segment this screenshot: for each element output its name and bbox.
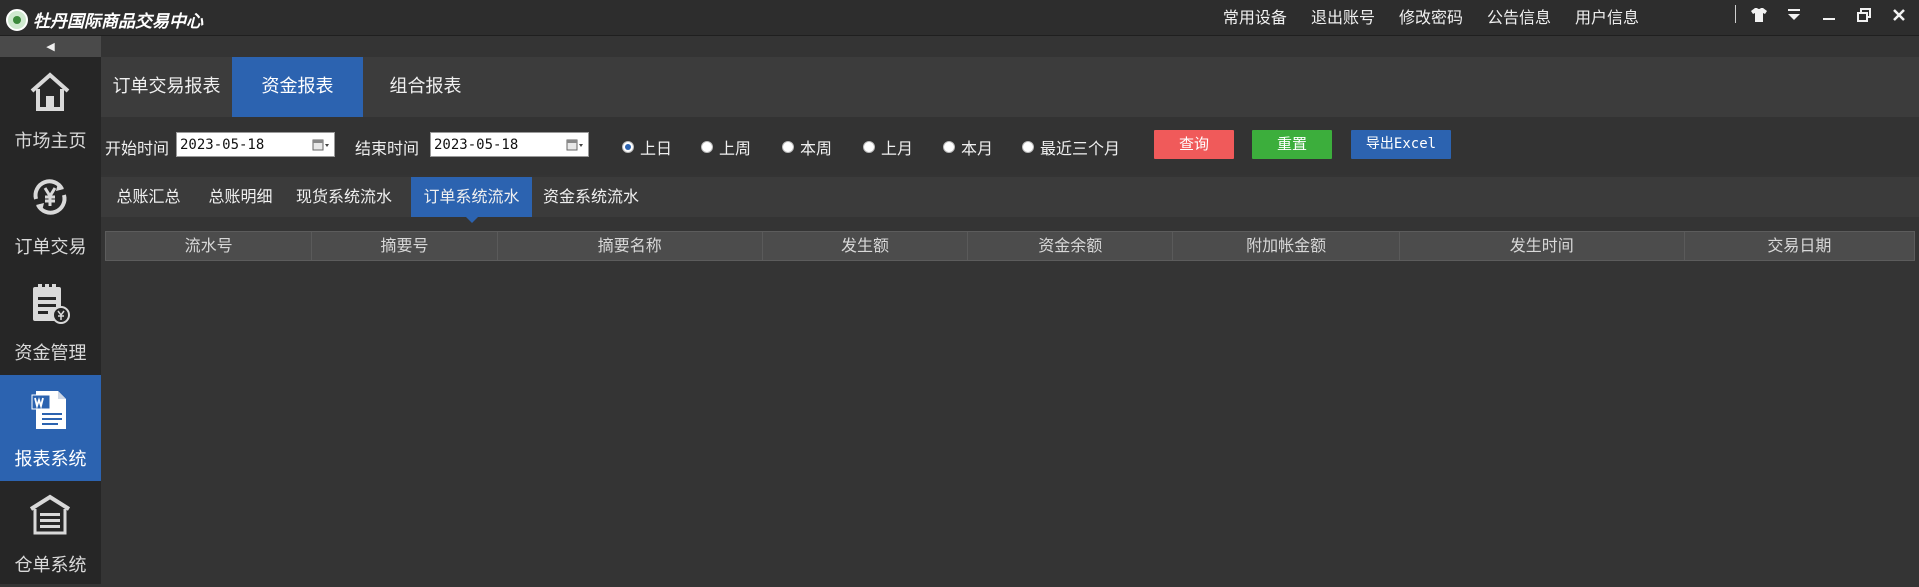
- sidebar-item-market-home[interactable]: 市场主页: [0, 57, 101, 163]
- home-icon: [30, 72, 70, 111]
- column-header-amount[interactable]: 发生额: [763, 232, 969, 260]
- subtab-fund-system-flow[interactable]: 资金系统流水: [532, 177, 650, 217]
- radio-this-week[interactable]: 本周: [782, 135, 832, 159]
- column-header-serial-no[interactable]: 流水号: [106, 232, 313, 260]
- radio-dot[interactable]: [701, 141, 713, 153]
- yen-refresh-icon: [33, 179, 67, 215]
- menu-divider: [1735, 5, 1736, 23]
- column-header-extra-amount[interactable]: 附加帐金额: [1173, 232, 1400, 260]
- column-header-summary-name[interactable]: 摘要名称: [498, 232, 763, 260]
- dropdown-icon[interactable]: [1784, 6, 1804, 26]
- title-bar: 牡丹国际商品交易中心 常用设备 退出账号 修改密码 公告信息 用户信息: [0, 0, 1919, 36]
- close-icon[interactable]: [1889, 6, 1909, 26]
- radio-label: 上月: [881, 139, 914, 158]
- radio-label: 最近三个月: [1040, 139, 1121, 158]
- radio-last-three-months[interactable]: 最近三个月: [1022, 135, 1120, 159]
- radio-dot[interactable]: [1022, 141, 1034, 153]
- sidebar: ◀ 市场主页 订单交易 资金管理 报表系统 仓单系统: [0, 36, 101, 584]
- filter-bar: 开始时间 2023-05-18 结束时间 2023-05-18 上日 上周 本周…: [101, 117, 1919, 175]
- top-menu: 常用设备 退出账号 修改密码 公告信息 用户信息: [1199, 0, 1639, 32]
- calendar-dropdown-icon[interactable]: [312, 138, 330, 152]
- radio-last-month[interactable]: 上月: [863, 135, 913, 159]
- radio-label: 本周: [800, 139, 833, 158]
- radio-dot[interactable]: [622, 141, 634, 153]
- tab-combination-report[interactable]: 组合报表: [363, 57, 488, 117]
- app-logo: 牡丹国际商品交易中心: [6, 7, 203, 32]
- radio-last-week[interactable]: 上周: [701, 135, 751, 159]
- column-header-summary-no[interactable]: 摘要号: [312, 232, 498, 260]
- subtab-ledger-detail[interactable]: 总账明细: [196, 177, 285, 217]
- restore-icon[interactable]: [1854, 6, 1874, 26]
- radio-this-month[interactable]: 本月: [943, 135, 993, 159]
- menu-user-info[interactable]: 用户信息: [1575, 4, 1639, 28]
- query-button[interactable]: 查询: [1154, 130, 1234, 159]
- end-time-label: 结束时间: [355, 139, 420, 158]
- radio-dot[interactable]: [943, 141, 955, 153]
- logo-icon: [6, 8, 28, 31]
- minimize-icon[interactable]: [1819, 6, 1839, 26]
- sidebar-item-label: 市场主页: [14, 131, 87, 152]
- start-date-picker[interactable]: 2023-05-18: [176, 132, 335, 157]
- ledger-subtabs: 总账汇总 总账明细 现货系统流水 订单系统流水 资金系统流水: [101, 177, 1919, 223]
- subtab-spot-system-flow[interactable]: 现货系统流水: [285, 177, 403, 217]
- sidebar-item-label: 资金管理: [14, 343, 87, 364]
- column-header-fund-balance[interactable]: 资金余额: [968, 232, 1174, 260]
- end-date-value: 2023-05-18: [434, 137, 519, 153]
- subtab-order-system-flow[interactable]: 订单系统流水: [411, 177, 532, 223]
- menu-logout[interactable]: 退出账号: [1311, 4, 1375, 28]
- tab-order-trading-report[interactable]: 订单交易报表: [101, 57, 232, 117]
- radio-label: 本月: [961, 139, 994, 158]
- radio-label: 上周: [719, 139, 752, 158]
- shirt-icon[interactable]: [1749, 6, 1769, 26]
- radio-dot[interactable]: [782, 141, 794, 153]
- flow-table-header: 流水号 摘要号 摘要名称 发生额 资金余额 附加帐金额 发生时间 交易日期: [105, 231, 1915, 261]
- calendar-dropdown-icon[interactable]: [566, 138, 584, 152]
- end-date-picker[interactable]: 2023-05-18: [430, 132, 589, 157]
- warehouse-icon: [29, 494, 71, 535]
- sidebar-collapse-button[interactable]: ◀: [0, 36, 101, 57]
- radio-label: 上日: [640, 139, 673, 158]
- radio-previous-day[interactable]: 上日: [622, 135, 672, 159]
- menu-announcements[interactable]: 公告信息: [1487, 4, 1551, 28]
- start-time-label: 开始时间: [105, 139, 170, 158]
- reset-button[interactable]: 重置: [1252, 130, 1332, 159]
- start-date-value: 2023-05-18: [180, 137, 265, 153]
- subtab-ledger-summary[interactable]: 总账汇总: [101, 177, 196, 217]
- sidebar-item-order-trading[interactable]: 订单交易: [0, 163, 101, 269]
- sidebar-item-label: 仓单系统: [14, 555, 87, 576]
- sidebar-item-warehouse-system[interactable]: 仓单系统: [0, 481, 101, 587]
- radio-dot[interactable]: [863, 141, 875, 153]
- sidebar-item-label: 订单交易: [14, 237, 87, 258]
- window-controls: [1749, 6, 1919, 26]
- menu-change-password[interactable]: 修改密码: [1399, 4, 1463, 28]
- column-header-trade-date[interactable]: 交易日期: [1685, 232, 1914, 260]
- sidebar-item-label: 报表系统: [14, 449, 87, 470]
- sidebar-item-fund-management[interactable]: 资金管理: [0, 269, 101, 375]
- column-header-occurrence-time[interactable]: 发生时间: [1400, 232, 1685, 260]
- report-tabbar: 订单交易报表 资金报表 组合报表: [101, 57, 1919, 117]
- tab-fund-report[interactable]: 资金报表: [232, 57, 363, 117]
- menu-common-devices[interactable]: 常用设备: [1223, 4, 1287, 28]
- export-excel-button[interactable]: 导出Excel: [1351, 130, 1451, 159]
- word-document-icon: [31, 391, 66, 429]
- sidebar-item-report-system[interactable]: 报表系统: [0, 375, 101, 481]
- app-title: 牡丹国际商品交易中心: [33, 12, 203, 32]
- clipboard-yen-icon: [33, 284, 70, 324]
